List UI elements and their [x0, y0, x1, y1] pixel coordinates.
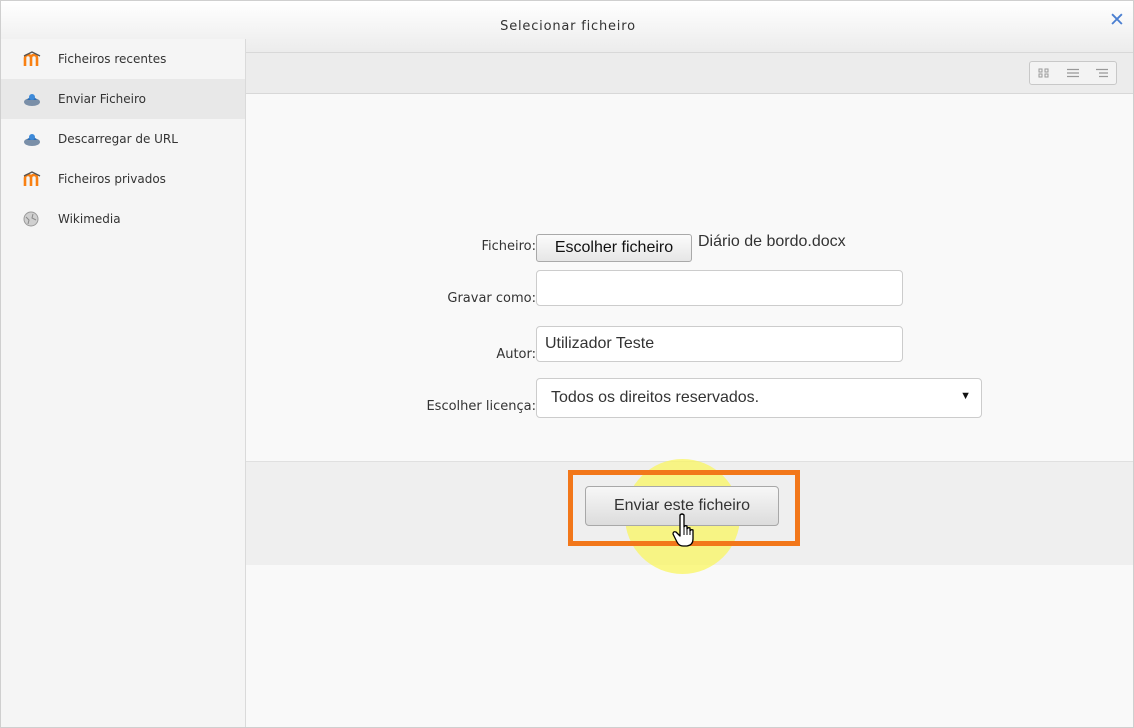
- save-as-input[interactable]: [536, 270, 903, 306]
- save-as-label: Gravar como:: [447, 291, 536, 306]
- choose-file-button[interactable]: Escolher ficheiro: [536, 234, 692, 262]
- moodle-icon: [23, 51, 41, 67]
- hand-cursor-icon: [672, 513, 700, 549]
- sidebar-item-label: Ficheiros privados: [58, 172, 166, 186]
- chosen-file-name: Diário de bordo.docx: [698, 233, 846, 250]
- chevron-down-icon: ▼: [960, 390, 971, 402]
- author-input[interactable]: [536, 326, 903, 362]
- repository-sidebar: Ficheiros recentes Enviar Ficheiro Desca…: [1, 39, 246, 727]
- list-view-icon[interactable]: [1059, 62, 1088, 84]
- sidebar-item-upload-file[interactable]: Enviar Ficheiro: [1, 79, 245, 119]
- sidebar-item-label: Enviar Ficheiro: [58, 92, 147, 106]
- license-selected-value: Todos os direitos reservados.: [551, 389, 760, 406]
- sidebar-item-label: Descarregar de URL: [58, 132, 178, 146]
- url-download-icon: [23, 131, 41, 147]
- upload-icon: [23, 91, 41, 107]
- license-select[interactable]: Todos os direitos reservados. ▼: [536, 378, 982, 418]
- icons-view-icon[interactable]: [1030, 62, 1059, 84]
- sidebar-item-private-files[interactable]: Ficheiros privados: [1, 159, 245, 199]
- author-label: Autor:: [496, 347, 536, 362]
- file-picker-dialog: Selecionar ficheiro ✕ Ficheiros recentes…: [0, 0, 1134, 728]
- sidebar-item-label: Wikimedia: [58, 212, 121, 226]
- moodle-icon: [23, 171, 41, 187]
- file-toolbar: [246, 53, 1133, 94]
- view-toggle-group: [1029, 61, 1117, 85]
- sidebar-item-url-download[interactable]: Descarregar de URL: [1, 119, 245, 159]
- wikimedia-icon: [23, 211, 41, 227]
- file-label: Ficheiro:: [481, 239, 536, 254]
- sidebar-item-wikimedia[interactable]: Wikimedia: [1, 199, 245, 239]
- sidebar-item-label: Ficheiros recentes: [58, 52, 167, 66]
- dialog-title: Selecionar ficheiro: [500, 19, 636, 34]
- sidebar-item-recent-files[interactable]: Ficheiros recentes: [1, 39, 245, 79]
- upload-form-area: Ficheiro: Escolher ficheiro Diário de bo…: [246, 94, 1133, 727]
- close-icon[interactable]: ✕: [1107, 10, 1127, 30]
- tree-view-icon[interactable]: [1087, 62, 1116, 84]
- license-label: Escolher licença:: [426, 399, 536, 414]
